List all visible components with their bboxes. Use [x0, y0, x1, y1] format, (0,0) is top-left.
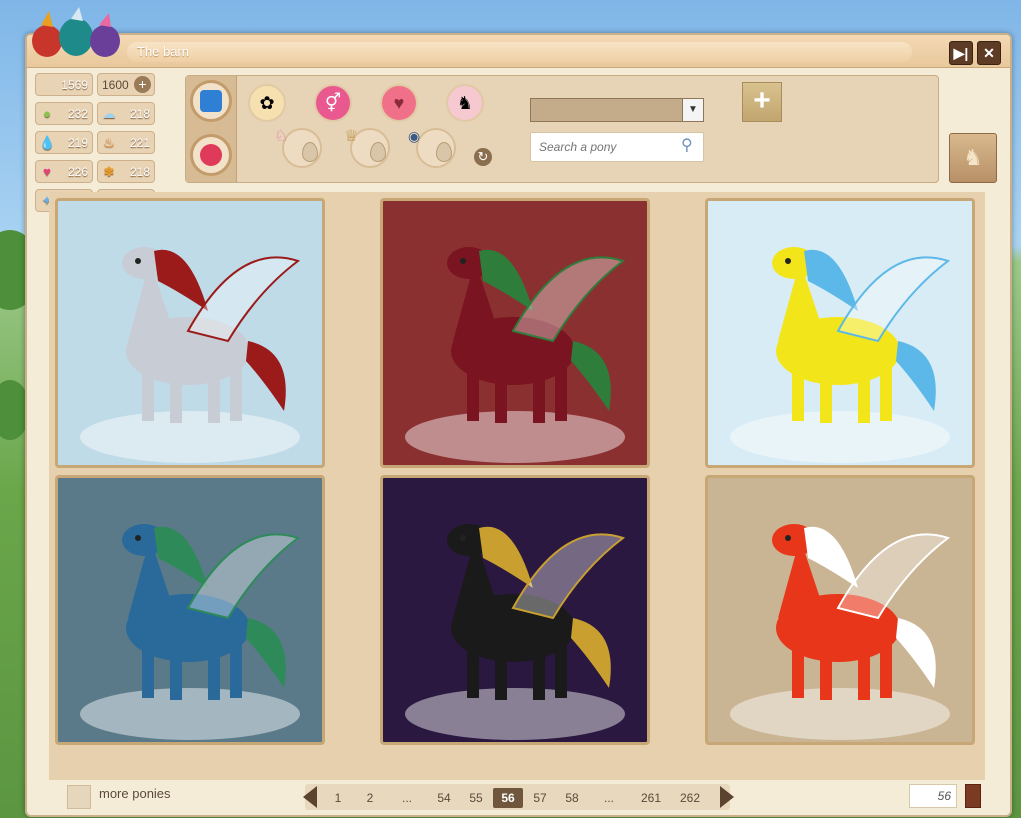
stat-heart: ♥ 226 — [35, 160, 93, 183]
filter-love-button[interactable]: ♥ — [380, 84, 418, 122]
chevron-down-icon[interactable]: ▼ — [682, 99, 703, 121]
page-number-input[interactable]: 56 — [909, 784, 957, 808]
fire-icon: ♨ — [103, 135, 115, 150]
filter-colors-button[interactable]: ✿ — [248, 84, 286, 122]
pony-export-button[interactable]: ♞ — [949, 133, 997, 183]
pony-card-1[interactable] — [55, 198, 325, 468]
bits-value: 1569 — [61, 78, 88, 92]
page-link[interactable]: 2 — [355, 788, 385, 808]
pony-arrow-icon: ♞ — [963, 145, 983, 170]
filter-gender-button[interactable]: ⚥ — [314, 84, 352, 122]
search-input[interactable] — [531, 133, 681, 161]
pony-card-4[interactable] — [55, 475, 325, 745]
apple-icon: ● — [43, 106, 51, 121]
search-box: ⚲ — [530, 132, 704, 162]
minimize-button[interactable]: ▶| — [949, 41, 973, 65]
cloud-icon: ☁ — [102, 106, 116, 121]
flowers-icon: ✿ — [259, 93, 275, 113]
hearts-icon: ♥ — [393, 93, 405, 113]
stat-fire: ♨ 221 — [97, 131, 155, 154]
page-link[interactable]: 262 — [673, 788, 707, 808]
prev-page-arrow[interactable] — [303, 786, 317, 808]
gender-icon: ⚥ — [324, 93, 342, 113]
page-link[interactable]: 261 — [631, 788, 671, 808]
stat-value: 218 — [129, 165, 150, 179]
stat-paw: ✽ 218 — [97, 160, 155, 183]
empty-slot-icon — [370, 142, 386, 162]
category-dropdown[interactable]: ▼ — [530, 98, 704, 122]
stat-value: 219 — [67, 136, 88, 150]
folder-star-icon — [200, 90, 222, 112]
more-ponies-checkbox[interactable] — [67, 785, 91, 809]
stat-value: 226 — [67, 165, 88, 179]
folder-tab-button[interactable] — [190, 80, 232, 122]
pony-card-3[interactable] — [705, 198, 975, 468]
trophy-icon: ♕ — [344, 128, 359, 145]
stat-value: 232 — [67, 107, 88, 121]
title-bar[interactable]: The barn ▶| ✕ — [27, 7, 1010, 68]
pony-portrait — [730, 247, 951, 463]
page-link[interactable]: 1 — [323, 788, 353, 808]
unicorn-icon: ♘ — [274, 128, 289, 145]
stat-drops: 💧 219 — [35, 131, 93, 154]
paw-icon: ✽ — [103, 164, 115, 179]
stat-apple: ● 232 — [35, 102, 93, 125]
next-page-arrow[interactable] — [720, 786, 734, 808]
pony-heads-icon: ♞ — [456, 93, 474, 113]
pagination-bar: more ponies 1 2... 54 55 56 57 58... 261 262 56 — [27, 780, 1010, 815]
page-ellipsis: ... — [603, 791, 614, 805]
page-link[interactable]: 54 — [429, 788, 459, 808]
pony-grid — [49, 192, 985, 780]
star-icon — [200, 144, 222, 166]
pony-card-2[interactable] — [380, 198, 650, 468]
filter-toolbar: ✿ ⚥ ♥ ♞ ♘ ♕ ◉ ↻ ▼ ⚲ + — [185, 75, 939, 183]
empty-slot-icon — [302, 142, 318, 162]
page-link[interactable]: 57 — [525, 788, 555, 808]
filter-pony-button[interactable]: ♞ — [446, 84, 484, 122]
page-link[interactable]: 58 — [557, 788, 587, 808]
stat-cloud: ☁ 218 — [97, 102, 155, 125]
page-ellipsis: ... — [401, 791, 412, 805]
bits-counter: 1569 — [35, 73, 93, 96]
view-tabs — [186, 76, 237, 182]
go-page-button[interactable] — [965, 784, 981, 808]
search-icon[interactable]: ⚲ — [681, 137, 699, 155]
barn-window: The barn ▶| ✕ 1569 1600 + ● 232 ☁ 218 💧 219 ♨ 2… — [25, 7, 1012, 817]
favorites-tab-button[interactable] — [190, 134, 232, 176]
bits-max-counter: 1600 + — [97, 73, 155, 96]
window-title: The barn — [127, 42, 912, 62]
heart-icon: ♥ — [43, 164, 51, 179]
refresh-icon: ↻ — [477, 149, 489, 164]
eye-icon: ◉ — [408, 128, 421, 144]
close-button[interactable]: ✕ — [977, 41, 1001, 65]
add-bits-button[interactable]: + — [134, 76, 151, 93]
pony-card-6[interactable] — [705, 475, 975, 745]
drops-icon: 💧 — [39, 135, 56, 150]
pony-card-5[interactable] — [380, 475, 650, 745]
pony-portrait — [80, 247, 301, 463]
refresh-button[interactable]: ↻ — [474, 148, 492, 166]
more-ponies-label: more ponies — [99, 786, 171, 801]
page-link[interactable]: 55 — [461, 788, 491, 808]
page-list: 1 2... 54 55 56 57 58... 261 262 — [303, 784, 734, 810]
add-pony-button[interactable]: + — [742, 82, 782, 122]
page-current[interactable]: 56 — [493, 788, 523, 808]
stat-value: 221 — [129, 136, 150, 150]
ponies-logo — [32, 7, 120, 57]
pony-portrait — [405, 247, 626, 463]
plus-icon: + — [753, 84, 771, 117]
pony-portrait — [405, 524, 626, 740]
pony-portrait — [80, 524, 301, 740]
filter-eye-button[interactable] — [416, 128, 456, 168]
stat-value: 218 — [129, 107, 150, 121]
empty-slot-icon — [436, 142, 452, 162]
bits-max-value: 1600 — [102, 78, 129, 92]
pony-portrait — [730, 524, 951, 740]
